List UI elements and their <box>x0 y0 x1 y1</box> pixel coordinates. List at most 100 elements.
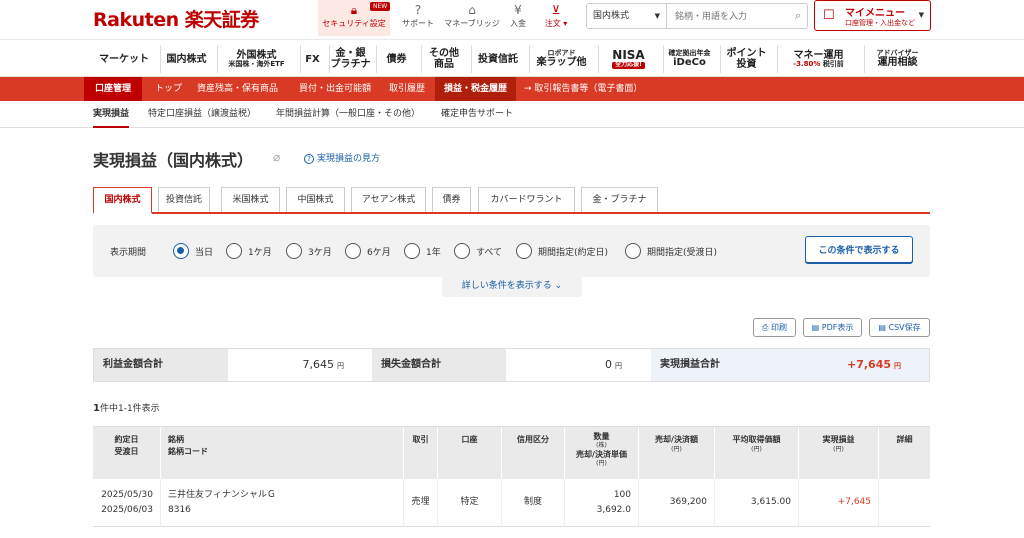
nav-label: 金・銀 <box>335 48 366 59</box>
period-label: 表示期間 <box>110 248 147 258</box>
nav-bonds[interactable]: 債券 <box>376 45 416 73</box>
cell-settle-date: 2025/06/03 <box>101 505 153 515</box>
acct-buying-power-link[interactable]: 買付・出金可能額 <box>299 77 371 101</box>
table-row: 2025/05/30 2025/06/03 三井住友フィナンシャルＧ 8316 売埋… <box>93 479 930 527</box>
loss-amount: 0 <box>605 358 612 371</box>
nav-advisor[interactable]: アドバイザー 運用相談 <box>864 45 930 73</box>
tab-domestic-stock[interactable]: 国内株式 <box>93 187 152 214</box>
subnav-realized-pl[interactable]: 実現損益 <box>93 101 130 128</box>
acct-pl-tax-link[interactable]: 損益・税金履歴 <box>435 77 517 101</box>
subnav-tax-return-support[interactable]: 確定申告サポート <box>441 101 513 128</box>
nav-foreign-stock[interactable]: 外国株式 米国株・海外ETF <box>217 45 295 73</box>
col-amount: 売却/決済額 (円) <box>639 427 715 480</box>
csv-button[interactable]: ▤ CSV保存 <box>869 318 930 337</box>
tab-mutual-funds[interactable]: 投資信託 <box>158 187 210 212</box>
profit-amount: 7,645 <box>302 358 335 371</box>
account-management-tab[interactable]: 口座管理 <box>84 77 143 101</box>
csv-label: CSV保存 <box>888 323 921 332</box>
period-radio-all[interactable]: すべて <box>454 241 502 261</box>
currency-unit: 円 <box>337 362 344 370</box>
radio-label: 期間指定(受渡日) <box>647 247 718 258</box>
nav-ideco[interactable]: 確定拠出年金 iDeCo <box>663 45 715 73</box>
document-icon: ▤ <box>878 323 886 332</box>
money-bridge-link[interactable]: ⌂ マネーブリッジ <box>443 0 501 36</box>
acct-top-link[interactable]: トップ <box>155 77 182 101</box>
security-settings-link[interactable]: 🔒︎ NEW セキュリティ設定 <box>318 0 391 36</box>
period-radio-6month[interactable]: 6ケ月 <box>345 241 391 261</box>
period-radio-today[interactable]: 当日 <box>173 241 213 261</box>
tab-us-stock[interactable]: 米国株式 <box>221 187 280 212</box>
col-avg-unit: (円) <box>751 445 762 453</box>
print-button[interactable]: ⎙ 印刷 <box>753 318 796 337</box>
tab-asean-stock[interactable]: アセアン株式 <box>351 187 426 212</box>
nav-other-products[interactable]: その他 商品 <box>421 45 466 73</box>
order-menu[interactable]: ⊻ 注文 ▾ <box>538 0 574 36</box>
radio-circle <box>286 243 302 259</box>
question-icon: ? <box>304 154 314 164</box>
radio-label: 期間指定(約定日) <box>538 247 609 258</box>
col-detail: 詳細 <box>896 435 913 444</box>
bank-icon: ⌂ <box>468 3 476 17</box>
acct-holdings-link[interactable]: 資産残高・保有商品 <box>197 77 278 101</box>
return-rate: -3.80% <box>793 59 821 68</box>
col-avg-header: 平均取得価額 <box>732 435 781 444</box>
nav-label: FX <box>305 53 320 65</box>
nav-market[interactable]: マーケット <box>93 45 155 73</box>
cell-qty: 100 <box>613 489 631 500</box>
search-icon[interactable]: ⌕ <box>795 9 801 23</box>
tab-bonds[interactable]: 債券 <box>432 187 471 212</box>
nav-point-investment[interactable]: ポイント 投資 <box>720 45 772 73</box>
col-qty-header: 数量 <box>593 432 610 441</box>
period-radio-1year[interactable]: 1年 <box>404 241 441 261</box>
cell-account: 特定 <box>438 479 502 527</box>
nav-gold-silver[interactable]: 金・銀 プラチナ <box>329 45 371 73</box>
tab-china-stock[interactable]: 中国株式 <box>286 187 345 212</box>
help-link-label: 実現損益の見方 <box>317 154 381 164</box>
radio-label: すべて <box>476 247 503 258</box>
rakuten-logo[interactable]: Rakuten 楽天証券 <box>93 5 259 32</box>
tab-gold-platinum[interactable]: 金・プラチナ <box>581 187 658 212</box>
result-count-number: 1 <box>93 403 100 414</box>
nav-money-management[interactable]: マネー運用 -3.80% 税引前 <box>777 45 859 73</box>
acct-reports-link[interactable]: → 取引報告書等（電子書面） <box>524 77 642 101</box>
subnav-specific-account-pl[interactable]: 特定口座損益（譲渡益税） <box>148 101 256 128</box>
nav-label: 投資信託 <box>478 53 518 65</box>
period-radio-settle-date[interactable]: 期間指定(受渡日) <box>625 241 717 261</box>
deposit-link[interactable]: ¥ 入金 <box>503 0 533 36</box>
money-bridge-label: マネーブリッジ <box>444 19 500 28</box>
col-realized-pl: 実現損益 (円) <box>799 427 879 480</box>
realized-pl-amount: +7,645 <box>846 358 891 371</box>
detail-toggle-label: 詳しい条件を表示する <box>461 281 552 291</box>
search-category-select[interactable]: 国内株式 ▼ <box>587 4 667 28</box>
chevron-down-icon: ⌄ <box>554 281 563 291</box>
printer-icon: ⎙ <box>762 323 769 332</box>
col-amount-header: 売却/決済額 <box>655 435 698 444</box>
radio-label: 当日 <box>195 247 214 258</box>
help-link[interactable]: ? 実現損益の見方 <box>304 151 380 164</box>
apply-filter-button[interactable]: この条件で表示する <box>805 236 913 263</box>
period-radio-3month[interactable]: 3ケ月 <box>286 241 332 261</box>
search-input[interactable] <box>675 4 775 28</box>
nav-robo-advisor[interactable]: ロボアド 楽ラップ他 <box>529 45 593 73</box>
clip-icon[interactable]: ⌀ <box>273 150 280 164</box>
show-detail-conditions-toggle[interactable]: 詳しい条件を表示する ⌄ <box>442 277 582 297</box>
cell-stock-name[interactable]: 三井住友フィナンシャルＧ <box>168 488 403 503</box>
period-radio-1month[interactable]: 1ケ月 <box>226 241 272 261</box>
my-menu-button[interactable]: ☐ マイメニュー 口座管理・入出金など ▼ <box>814 0 931 31</box>
cell-credit: 制度 <box>502 479 565 527</box>
nav-nisa[interactable]: NISA 全力応援! <box>598 45 658 73</box>
nav-mutual-funds[interactable]: 投資信託 <box>471 45 524 73</box>
tab-covered-warrant[interactable]: カバードワラント <box>478 187 575 212</box>
cell-price: 3,692.0 <box>596 505 631 515</box>
col-pl-header: 実現損益 <box>822 435 855 444</box>
nav-sublabel: 投資 <box>736 59 757 70</box>
period-radio-trade-date[interactable]: 期間指定(約定日) <box>516 241 608 261</box>
pdf-button[interactable]: ▤ PDF表示 <box>803 318 862 337</box>
nav-domestic-stock[interactable]: 国内株式 <box>160 45 212 73</box>
nav-fx[interactable]: FX <box>300 45 324 73</box>
subnav-annual-pl[interactable]: 年間損益計算（一般口座・その他） <box>276 101 420 128</box>
acct-trade-history-link[interactable]: 取引履歴 <box>389 77 425 101</box>
radio-circle <box>454 243 470 259</box>
col-qty-price: 数量 (株) 売却/決済単価 (円) <box>565 427 639 480</box>
support-link[interactable]: ? サポート <box>396 0 440 36</box>
